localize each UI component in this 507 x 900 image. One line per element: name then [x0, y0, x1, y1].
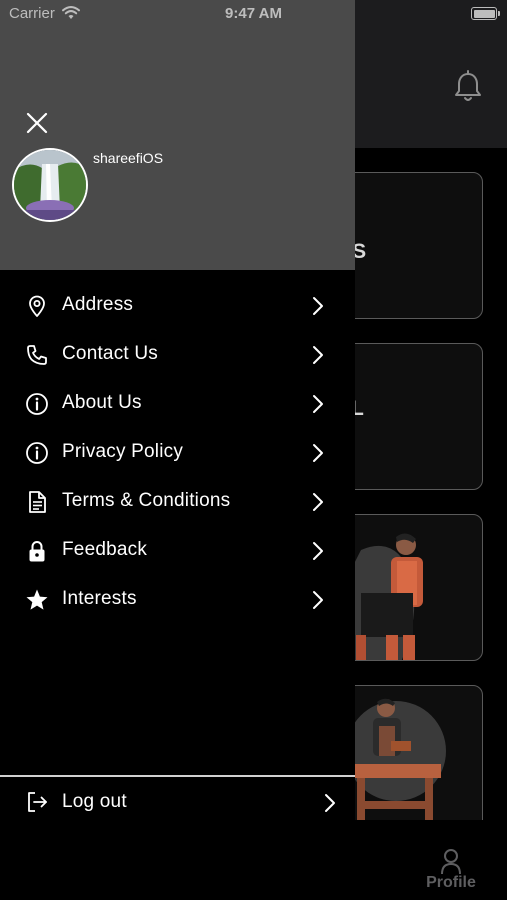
chevron-right-icon: [325, 794, 335, 812]
chevron-right-icon: [313, 346, 323, 364]
tab-profile-label: Profile: [426, 874, 476, 891]
menu-item-label: Privacy Policy: [62, 441, 184, 462]
clock: 9:47 AM: [225, 5, 282, 22]
menu-item-label: Interests: [62, 588, 137, 609]
logout-label: Log out: [62, 791, 127, 812]
info-icon: [26, 442, 48, 464]
drawer-menu: Address Contact Us About Us Privacy Poli…: [0, 282, 355, 625]
menu-item-contact-us[interactable]: Contact Us: [0, 331, 355, 380]
battery-icon: [471, 7, 500, 20]
star-icon: [26, 589, 48, 610]
chevron-right-icon: [313, 542, 323, 560]
logout-icon: [28, 792, 47, 812]
phone-icon: [27, 345, 47, 365]
menu-item-label: Address: [62, 294, 134, 315]
menu-item-label: About Us: [62, 392, 142, 413]
person-icon: [441, 849, 461, 875]
chevron-right-icon: [313, 493, 323, 511]
avatar-waterfall-image: [14, 150, 86, 220]
close-icon[interactable]: [22, 108, 52, 138]
menu-item-address[interactable]: Address: [0, 282, 355, 331]
username: shareefiOS: [93, 150, 164, 166]
menu-item-interests[interactable]: Interests: [0, 576, 355, 625]
side-drawer: shareefiOS Address Contact Us About Us P…: [0, 0, 355, 900]
status-bar: Carrier 9:47 AM: [0, 0, 507, 28]
menu-item-about-us[interactable]: About Us: [0, 380, 355, 429]
menu-item-feedback[interactable]: Feedback: [0, 527, 355, 576]
menu-item-terms-conditions[interactable]: Terms & Conditions: [0, 478, 355, 527]
chevron-right-icon: [313, 444, 323, 462]
tab-profile[interactable]: Profile: [420, 848, 482, 892]
bell-icon[interactable]: [452, 70, 484, 104]
menu-item-privacy-policy[interactable]: Privacy Policy: [0, 429, 355, 478]
menu-item-label: Contact Us: [62, 343, 158, 364]
logout-button[interactable]: Log out: [0, 778, 355, 826]
chevron-right-icon: [313, 591, 323, 609]
menu-item-label: Feedback: [62, 539, 148, 560]
chevron-right-icon: [313, 395, 323, 413]
chevron-right-icon: [313, 297, 323, 315]
info-icon: [26, 393, 48, 415]
avatar[interactable]: [12, 148, 88, 222]
location-pin-icon: [29, 295, 45, 317]
lock-icon: [29, 541, 45, 562]
menu-item-label: Terms & Conditions: [62, 490, 231, 511]
drawer-divider: [0, 775, 355, 777]
drawer-header: shareefiOS: [0, 0, 355, 270]
document-icon: [29, 491, 46, 513]
